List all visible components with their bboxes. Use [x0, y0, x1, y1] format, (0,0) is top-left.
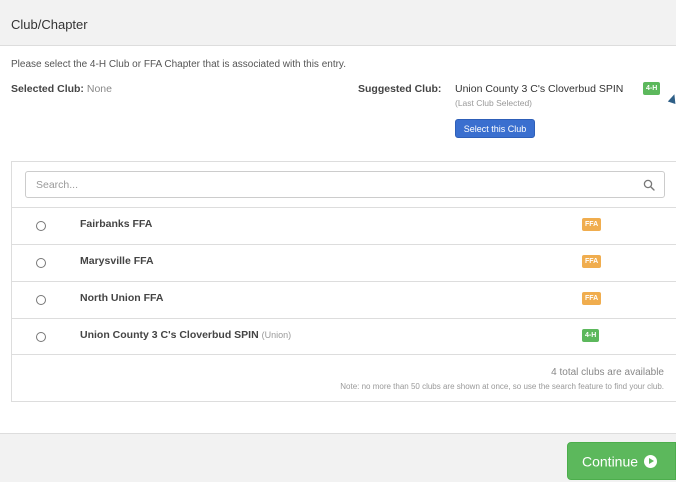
club-name: North Union FFA — [80, 292, 164, 304]
club-radio[interactable] — [36, 332, 46, 342]
club-type-badge: FFA — [582, 292, 602, 305]
suggested-club-badge: 4-H — [643, 82, 661, 95]
club-row[interactable]: Union County 3 C's Cloverbud SPIN (Union… — [12, 318, 676, 355]
suggested-club-subtext: (Last Club Selected) — [455, 98, 533, 108]
club-name: Union County 3 C's Cloverbud SPIN (Union… — [80, 329, 292, 341]
search-input[interactable] — [26, 172, 636, 197]
continue-button[interactable]: Continue — [567, 442, 676, 480]
section-header: Club/Chapter — [0, 0, 676, 46]
club-list-panel: Fairbanks FFA FFA Marysville FFA FFA Nor… — [11, 161, 676, 402]
club-radio[interactable] — [36, 258, 46, 268]
club-type-badge: FFA — [582, 218, 602, 231]
club-radio[interactable] — [36, 295, 46, 305]
suggested-club-label: Suggested Club: — [358, 83, 442, 95]
continue-button-label: Continue — [582, 453, 639, 470]
search-box — [25, 171, 665, 198]
bottom-action-bar: Continue — [0, 433, 676, 482]
section-title: Club/Chapter — [11, 17, 88, 32]
club-list: Fairbanks FFA FFA Marysville FFA FFA Nor… — [12, 207, 676, 355]
club-type-badge: FFA — [582, 255, 602, 268]
club-row[interactable]: North Union FFA FFA — [12, 281, 676, 318]
edge-arrow-icon — [667, 92, 676, 105]
search-icon[interactable] — [643, 179, 655, 191]
selected-club-value: None — [86, 83, 112, 95]
arrow-circle-right-icon — [644, 455, 658, 469]
club-radio[interactable] — [36, 221, 46, 231]
club-name-suffix: (Union) — [261, 330, 292, 340]
club-count-text: 4 total clubs are available — [551, 367, 664, 378]
club-name: Marysville FFA — [80, 255, 154, 267]
selected-club-label: Selected Club: — [11, 83, 84, 95]
club-limit-note: Note: no more than 50 clubs are shown at… — [340, 382, 664, 391]
club-type-badge: 4-H — [582, 329, 600, 342]
selected-club: Selected Club: None — [11, 83, 112, 95]
suggested-club-name: Union County 3 C's Cloverbud SPIN — [455, 83, 624, 95]
instructions-text: Please select the 4-H Club or FFA Chapte… — [11, 59, 346, 70]
club-name: Fairbanks FFA — [80, 218, 153, 230]
club-row[interactable]: Fairbanks FFA FFA — [12, 207, 676, 244]
select-this-club-button[interactable]: Select this Club — [455, 119, 535, 138]
club-row[interactable]: Marysville FFA FFA — [12, 244, 676, 281]
